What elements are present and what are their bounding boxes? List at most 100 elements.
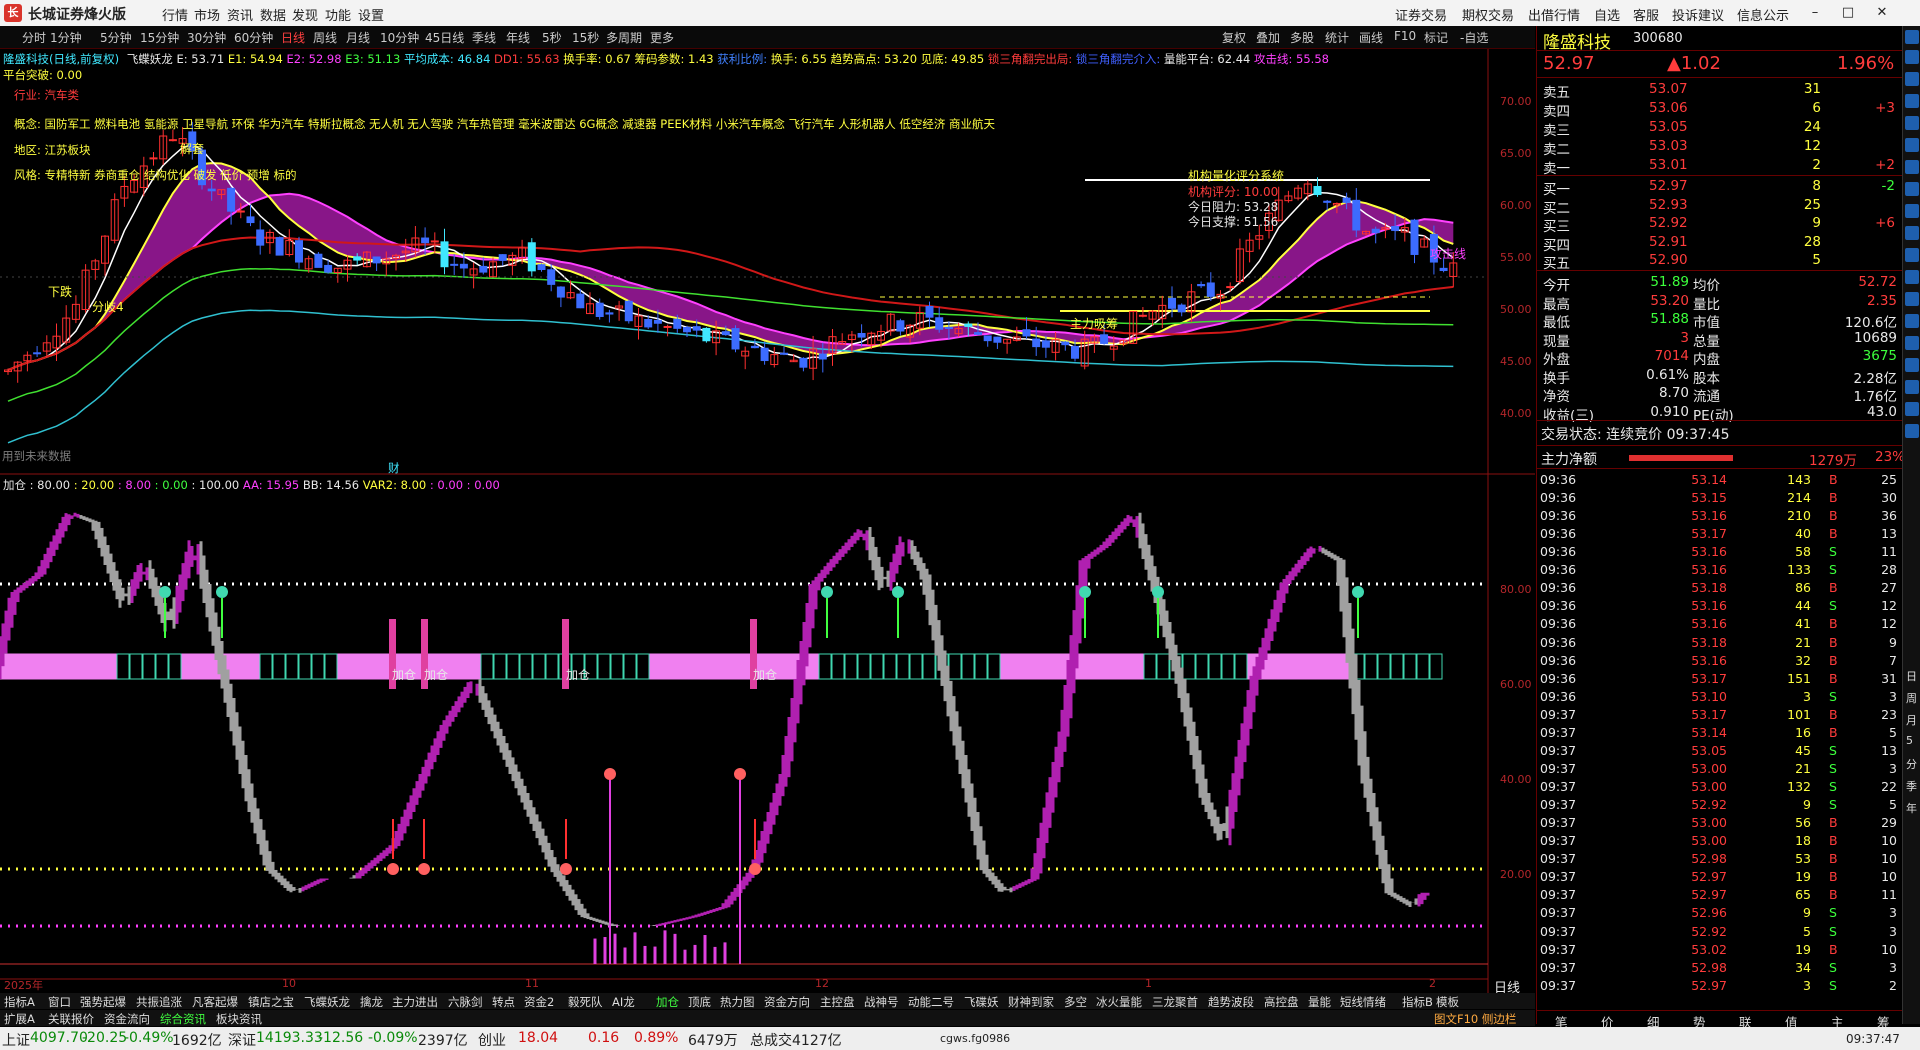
indicator-tab[interactable]: 资金方向 (764, 994, 810, 1010)
period-more[interactable]: 更多 (650, 29, 674, 46)
tool-f10[interactable]: F10 (1394, 29, 1416, 43)
chart-area[interactable] (0, 49, 1535, 993)
indicator-tab[interactable]: 短线情绪 (1340, 994, 1386, 1010)
period-monthly[interactable]: 月线 (346, 29, 370, 46)
table-icon[interactable] (1905, 160, 1919, 174)
indicator-tab[interactable]: 飞蝶妖龙 (304, 994, 350, 1010)
indicator-tab[interactable]: 镇店之宝 (248, 994, 294, 1010)
indicator-tab[interactable]: 热力图 (720, 994, 755, 1010)
close-icon[interactable]: ✕ (1872, 3, 1892, 23)
grid-icon[interactable] (1905, 94, 1919, 108)
indicator-tab[interactable]: 动能二号 (908, 994, 954, 1010)
pen-icon[interactable] (1905, 292, 1919, 306)
extension-tab[interactable]: 资金流向 (104, 1011, 150, 1027)
indicator-tab[interactable]: 擒龙 (360, 994, 383, 1010)
indicator-tab[interactable]: 高控盘 (1264, 994, 1299, 1010)
indicator-tab[interactable]: 六脉剑 (448, 994, 483, 1010)
period-fenshi[interactable]: 分时 (22, 29, 46, 46)
down-icon[interactable] (1905, 50, 1919, 64)
tool-mark[interactable]: 标记 (1424, 29, 1448, 46)
period-45day[interactable]: 45日线 (425, 29, 464, 46)
indicator-tab[interactable]: 转点 (492, 994, 515, 1010)
indicator-tab[interactable]: 多空 (1064, 994, 1087, 1010)
tool-restore-rights[interactable]: 复权 (1222, 29, 1246, 46)
link-service[interactable]: 客服 (1633, 5, 1659, 24)
indicator-tab-right[interactable]: 模板 (1436, 994, 1459, 1010)
indicator-tab[interactable]: AI龙 (612, 994, 635, 1010)
link-options-trade[interactable]: 期权交易 (1462, 5, 1514, 24)
indicator-tab[interactable]: 量能 (1308, 994, 1331, 1010)
extension-tab[interactable]: 扩展A (4, 1011, 35, 1027)
period-daily[interactable]: 日线 (281, 29, 305, 46)
period-weekly[interactable]: 周线 (313, 29, 337, 46)
f10-sidebar-link[interactable]: 图文F10 侧边栏 (1434, 1011, 1516, 1027)
link-watchlist[interactable]: 自选 (1594, 5, 1620, 24)
indicator-tab[interactable]: 趋势波段 (1208, 994, 1254, 1010)
indicator-tab[interactable]: 共振追涨 (136, 994, 182, 1010)
period-quarterly[interactable]: 季线 (472, 29, 496, 46)
strip-minute[interactable]: 分 (1906, 756, 1917, 772)
news-icon[interactable] (1905, 182, 1919, 196)
star-icon[interactable] (1905, 270, 1919, 284)
indicator-tab[interactable]: 窗口 (48, 994, 71, 1010)
lock-icon[interactable] (1905, 402, 1919, 416)
minimize-icon[interactable]: – (1805, 3, 1825, 23)
indicator-tab[interactable]: 毅死队 (568, 994, 603, 1010)
rsi-icon[interactable] (1905, 314, 1919, 328)
question-icon[interactable] (1905, 424, 1919, 438)
fund-icon[interactable] (1905, 204, 1919, 218)
tool-multi-stock[interactable]: 多股 (1290, 29, 1314, 46)
menu-hangqing[interactable]: 行情 (162, 5, 188, 24)
list-icon[interactable] (1905, 72, 1919, 86)
up-icon[interactable] (1905, 30, 1919, 44)
kline-icon[interactable] (1905, 138, 1919, 152)
menu-shezhi[interactable]: 设置 (358, 5, 384, 24)
menu-shichang[interactable]: 市场 (194, 5, 220, 24)
menu-shuju[interactable]: 数据 (260, 5, 286, 24)
period-30min[interactable]: 30分钟 (187, 29, 226, 46)
indicator-tab[interactable]: 凡客起爆 (192, 994, 238, 1010)
tool-icon[interactable] (1905, 248, 1919, 262)
tool-overlay[interactable]: 叠加 (1256, 29, 1280, 46)
indicator-tab[interactable]: 战神号 (864, 994, 899, 1010)
move-icon[interactable] (1905, 358, 1919, 372)
period-10min[interactable]: 10分钟 (380, 29, 419, 46)
zoom-icon[interactable] (1905, 336, 1919, 350)
menu-gongneng[interactable]: 功能 (325, 5, 351, 24)
indicator-tab[interactable]: 顶底 (688, 994, 711, 1010)
strip-year[interactable]: 年 (1906, 800, 1917, 816)
indicator-tab[interactable]: 强势起爆 (80, 994, 126, 1010)
period-5min[interactable]: 5分钟 (100, 29, 132, 46)
indicator-tab[interactable]: 飞碟妖 (964, 994, 999, 1010)
strip-daily[interactable]: 日 (1906, 668, 1917, 684)
period-15sec[interactable]: 15秒 (572, 29, 599, 46)
period-60min[interactable]: 60分钟 (234, 29, 273, 46)
link-complaint[interactable]: 投诉建议 (1672, 5, 1724, 24)
extension-tab[interactable]: 板块资讯 (216, 1011, 262, 1027)
strip-weekly[interactable]: 周 (1906, 690, 1917, 706)
tool-add-watchlist[interactable]: -自选 (1460, 29, 1488, 46)
indicator-tab-right[interactable]: 指标B (1402, 994, 1433, 1010)
indicator-tab[interactable]: 财神到家 (1008, 994, 1054, 1010)
indicator-tab[interactable]: 主控盘 (820, 994, 855, 1010)
settings-icon[interactable] (1905, 226, 1919, 240)
strip-monthly[interactable]: 月 (1906, 712, 1917, 728)
extension-tab[interactable]: 综合资讯 (160, 1011, 206, 1027)
indicator-tab[interactable]: 指标A (4, 994, 35, 1010)
menu-zixun[interactable]: 资讯 (227, 5, 253, 24)
tool-stats[interactable]: 统计 (1325, 29, 1349, 46)
period-5sec[interactable]: 5秒 (542, 29, 562, 46)
chart-icon[interactable] (1905, 116, 1919, 130)
link-lending-quote[interactable]: 出借行情 (1528, 5, 1580, 24)
indicator-tab[interactable]: 资金2 (524, 994, 554, 1010)
indicator-tab[interactable]: 主力进出 (392, 994, 438, 1010)
extension-tab[interactable]: 关联报价 (48, 1011, 94, 1027)
period-yearly[interactable]: 年线 (506, 29, 530, 46)
menu-faxian[interactable]: 发现 (292, 5, 318, 24)
indicator-tab[interactable]: 三龙聚首 (1152, 994, 1198, 1010)
maximize-icon[interactable]: □ (1838, 3, 1858, 23)
indicator-tab[interactable]: 加仓 (656, 994, 679, 1010)
sync-icon[interactable] (1905, 380, 1919, 394)
strip-5[interactable]: 5 (1906, 734, 1913, 747)
period-multi[interactable]: 多周期 (606, 29, 642, 46)
